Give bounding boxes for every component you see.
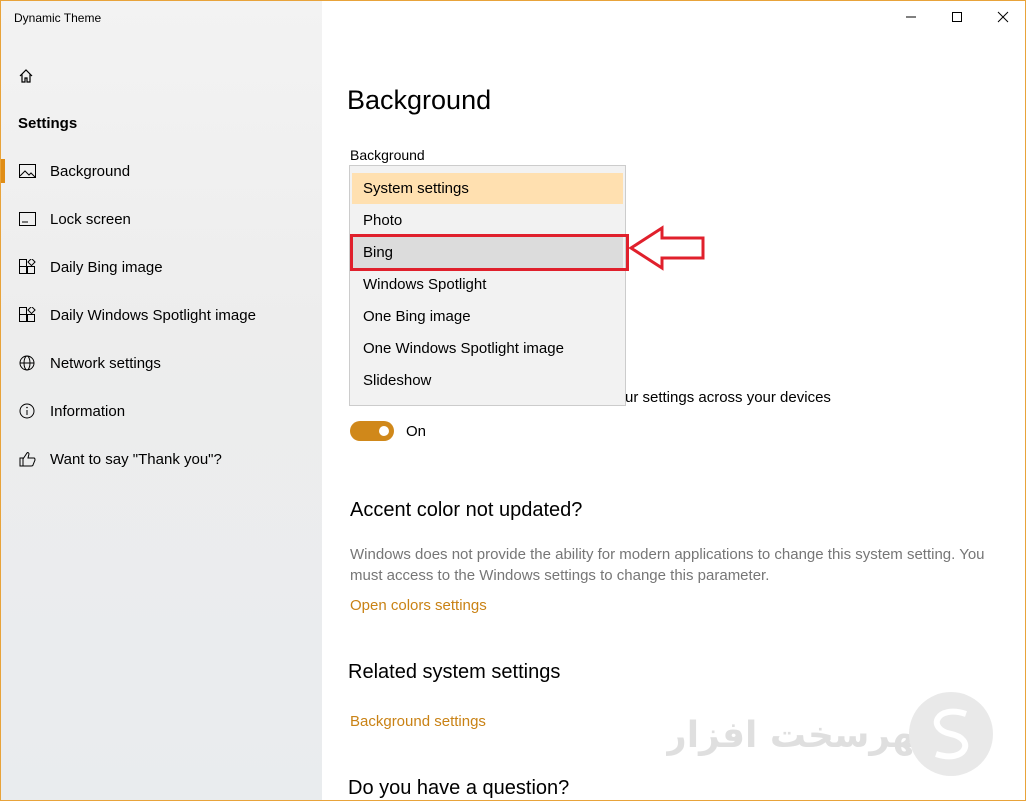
dropdown-option-windows-spotlight[interactable]: Windows Spotlight bbox=[352, 269, 623, 300]
related-section-title: Related system settings bbox=[348, 661, 561, 683]
sidebar-item-thank-you[interactable]: Want to say "Thank you"? bbox=[1, 439, 322, 479]
sidebar-item-label: Information bbox=[50, 402, 126, 420]
background-label: Background bbox=[350, 147, 425, 163]
close-icon bbox=[997, 11, 1009, 23]
dropdown-option-one-bing-image[interactable]: One Bing image bbox=[352, 301, 623, 332]
watermark-logo: سهرسخت افزار bbox=[664, 689, 996, 779]
toggle-knob bbox=[379, 426, 389, 436]
dropdown-option-one-spotlight-image[interactable]: One Windows Spotlight image bbox=[352, 333, 623, 364]
dropdown-option-photo[interactable]: Photo bbox=[352, 205, 623, 236]
sidebar-item-daily-bing[interactable]: Daily Bing image bbox=[1, 247, 322, 287]
sidebar-item-label: Want to say "Thank you"? bbox=[50, 450, 222, 468]
sidebar-item-label: Daily Bing image bbox=[50, 258, 163, 276]
sidebar-item-label: Daily Windows Spotlight image bbox=[50, 306, 256, 324]
accent-section-title: Accent color not updated? bbox=[350, 499, 583, 521]
app-window: Dynamic Theme Settings Background Lock s… bbox=[0, 0, 1026, 801]
tiles-icon bbox=[18, 307, 36, 323]
option-label: Windows Spotlight bbox=[363, 276, 487, 293]
background-dropdown-list[interactable]: System settings Photo Bing Windows Spotl… bbox=[349, 165, 626, 406]
accent-description: Windows does not provide the ability for… bbox=[350, 546, 985, 584]
dropdown-option-system-settings[interactable]: System settings bbox=[352, 173, 623, 204]
dropdown-option-slideshow[interactable]: Slideshow bbox=[352, 365, 623, 396]
image-icon bbox=[18, 163, 36, 179]
page-title: Background bbox=[347, 85, 492, 115]
tiles-icon bbox=[18, 259, 36, 275]
background-settings-link[interactable]: Background settings bbox=[350, 713, 486, 730]
minimize-icon bbox=[906, 16, 916, 18]
minimize-button[interactable] bbox=[888, 1, 934, 33]
sidebar-item-network[interactable]: Network settings bbox=[1, 343, 322, 383]
home-button[interactable] bbox=[15, 65, 37, 87]
toggle-state-label: On bbox=[406, 423, 427, 440]
sidebar-item-information[interactable]: Information bbox=[1, 391, 322, 431]
option-label: Slideshow bbox=[363, 372, 432, 389]
annotation-arrow-icon bbox=[628, 225, 705, 271]
close-button[interactable] bbox=[980, 1, 1025, 33]
sidebar-item-daily-spotlight[interactable]: Daily Windows Spotlight image bbox=[1, 295, 322, 335]
maximize-button[interactable] bbox=[934, 1, 980, 33]
sidebar-item-label: Network settings bbox=[50, 354, 161, 372]
maximize-icon bbox=[952, 12, 962, 22]
sidebar-item-background[interactable]: Background bbox=[1, 151, 322, 191]
option-label: Photo bbox=[363, 212, 403, 229]
home-icon bbox=[19, 69, 33, 83]
question-section-title: Do you have a question? bbox=[348, 777, 570, 799]
sidebar: Dynamic Theme Settings Background Lock s… bbox=[1, 1, 322, 800]
option-label: One Bing image bbox=[363, 308, 471, 325]
option-label: System settings bbox=[363, 180, 469, 197]
info-icon bbox=[18, 403, 36, 419]
option-label: One Windows Spotlight image bbox=[363, 340, 564, 357]
sidebar-item-lock-screen[interactable]: Lock screen bbox=[1, 199, 322, 239]
active-indicator bbox=[1, 159, 5, 183]
annotation-highlight-box bbox=[350, 234, 629, 271]
app-title: Dynamic Theme bbox=[14, 11, 102, 25]
sidebar-item-label: Background bbox=[50, 162, 131, 180]
settings-heading: Settings bbox=[18, 115, 78, 132]
lock-screen-icon bbox=[18, 211, 36, 227]
sidebar-item-label: Lock screen bbox=[50, 210, 131, 228]
sync-toggle[interactable] bbox=[350, 421, 394, 441]
open-colors-settings-link[interactable]: Open colors settings bbox=[350, 597, 487, 614]
thumbs-up-icon bbox=[18, 451, 36, 467]
sync-description: ur settings across your devices bbox=[625, 389, 831, 406]
watermark-text: سهرسخت افزار bbox=[666, 715, 951, 756]
globe-icon bbox=[18, 355, 36, 371]
